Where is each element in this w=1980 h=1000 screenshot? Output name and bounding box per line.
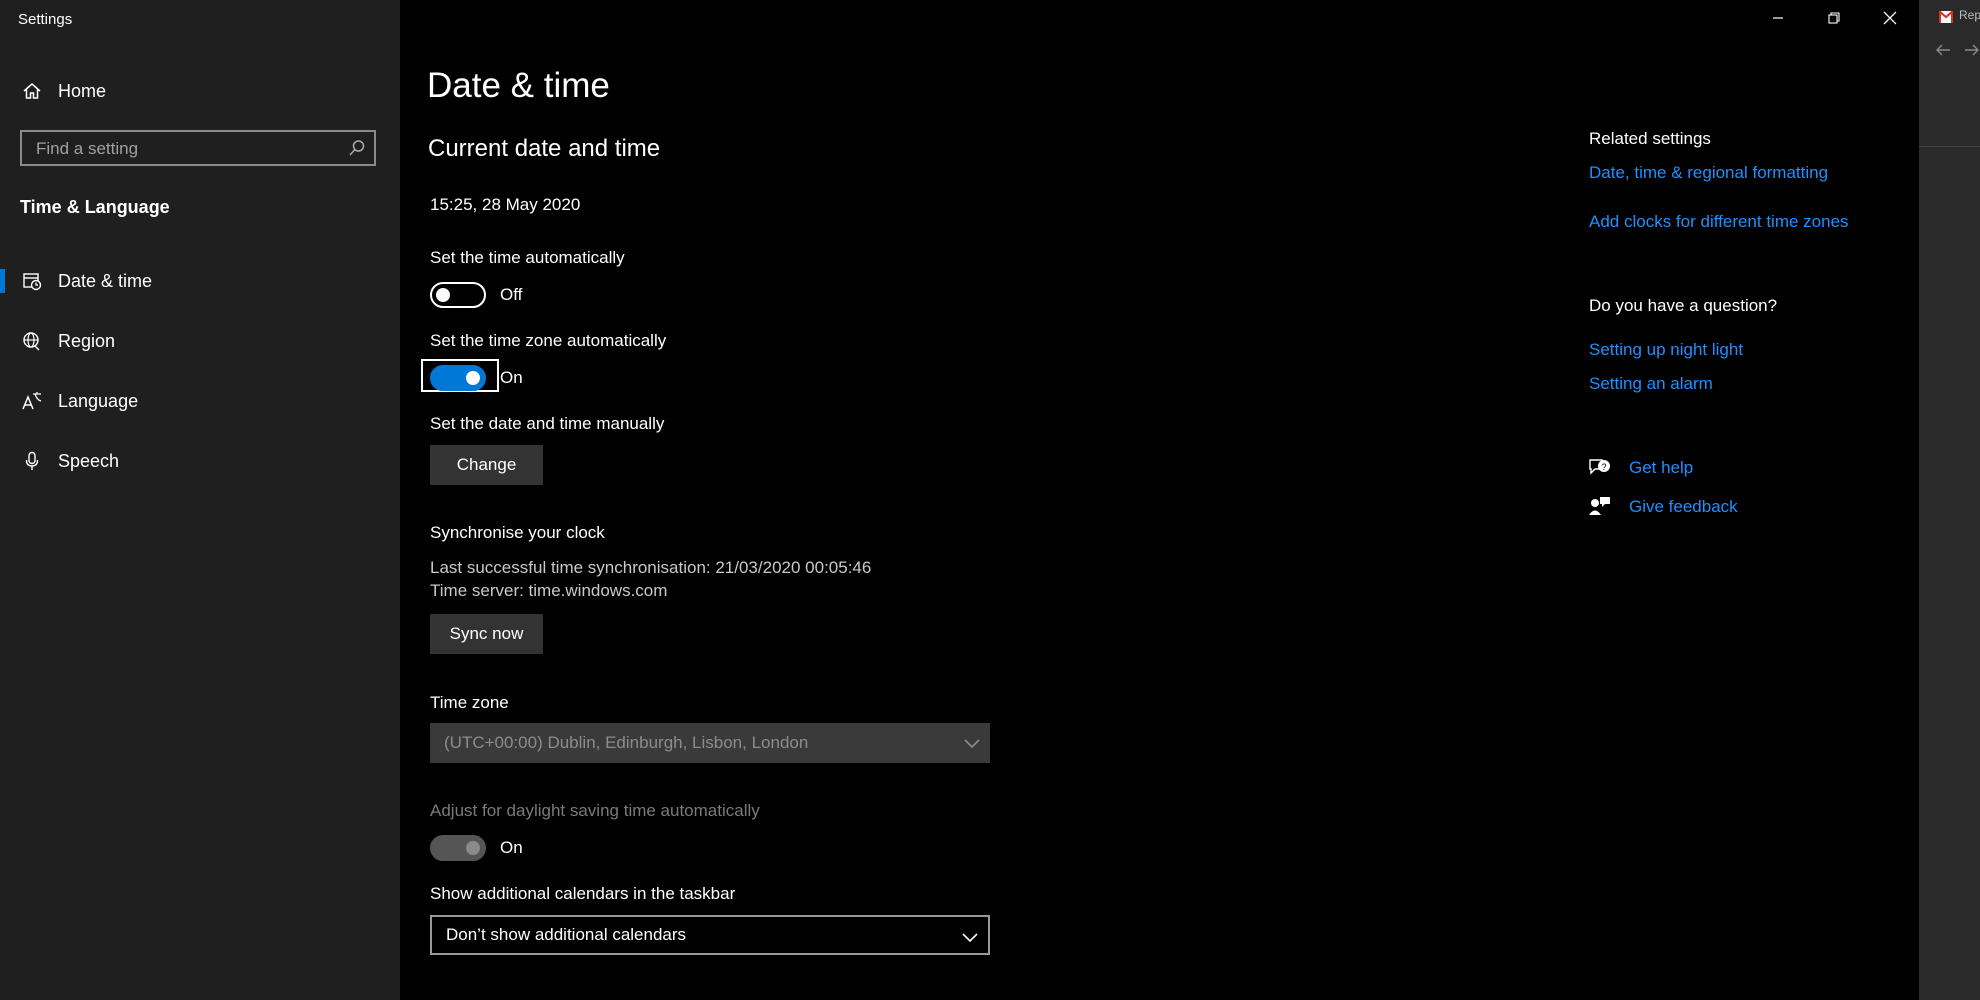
toggle-knob (466, 371, 480, 385)
change-button[interactable]: Change (430, 445, 543, 485)
gmail-icon (1938, 10, 1954, 23)
microphone-icon (20, 449, 44, 473)
calendars-label: Show additional calendars in the taskbar (430, 884, 736, 903)
dst-label: Adjust for daylight saving time automati… (430, 801, 760, 820)
last-sync-text: Last successful time synchronisation: 21… (430, 558, 872, 577)
forward-arrow-icon[interactable] (1964, 43, 1980, 57)
section-heading: Current date and time (428, 135, 661, 162)
sidebar: Settings Home Time & Language Date & tim… (0, 0, 400, 1000)
sync-title: Synchronise your clock (430, 523, 605, 542)
close-button[interactable] (1862, 0, 1918, 40)
sidebar-section-title: Time & Language (20, 197, 170, 217)
sidebar-item-region[interactable]: Region (0, 317, 400, 365)
sidebar-item-date-time[interactable]: Date & time (0, 257, 400, 305)
timezone-dropdown[interactable]: (UTC+00:00) Dublin, Edinburgh, Lisbon, L… (430, 723, 990, 763)
auto-time-toggle[interactable] (430, 282, 486, 308)
svg-text:?: ? (1601, 462, 1606, 472)
language-icon (20, 389, 44, 413)
search-field[interactable] (20, 130, 376, 166)
link-night-light[interactable]: Setting up night light (1589, 340, 1743, 360)
sidebar-item-label: Home (58, 81, 107, 101)
chevron-down-icon (964, 736, 980, 749)
toggle-knob (466, 841, 480, 855)
get-help-link[interactable]: Get help (1629, 458, 1693, 478)
link-regional-formatting[interactable]: Date, time & regional formatting (1589, 163, 1828, 183)
divider (1919, 146, 1980, 147)
sync-now-button[interactable]: Sync now (430, 614, 543, 654)
search-input[interactable] (34, 132, 338, 166)
give-feedback-link[interactable]: Give feedback (1629, 497, 1738, 517)
restore-icon (1828, 11, 1840, 29)
back-arrow-icon[interactable] (1935, 43, 1951, 57)
chevron-down-icon (962, 930, 978, 943)
link-alarm[interactable]: Setting an alarm (1589, 374, 1713, 394)
get-help-icon: ? (1588, 456, 1612, 478)
globe-icon (20, 329, 44, 353)
calendar-clock-icon (20, 269, 44, 293)
calendars-dropdown[interactable]: Don’t show additional calendars (430, 915, 990, 955)
home-icon (20, 79, 44, 103)
sidebar-item-language[interactable]: Language (0, 377, 400, 425)
auto-timezone-label: Set the time zone automatically (430, 331, 667, 350)
dst-state: On (500, 838, 523, 857)
auto-time-label: Set the time automatically (430, 248, 625, 267)
auto-time-state: Off (500, 285, 523, 304)
dst-toggle[interactable] (430, 835, 486, 861)
minimize-button[interactable] (1750, 0, 1806, 40)
toggle-knob (436, 288, 450, 302)
current-datetime: 15:25, 28 May 2020 (430, 195, 581, 214)
time-server-text: Time server: time.windows.com (430, 581, 668, 600)
sidebar-item-speech[interactable]: Speech (0, 437, 400, 485)
sidebar-item-label: Date & time (58, 271, 153, 291)
restore-button[interactable] (1806, 0, 1862, 40)
sidebar-item-home[interactable]: Home (0, 67, 400, 115)
timezone-value: (UTC+00:00) Dublin, Edinburgh, Lisbon, L… (444, 733, 809, 752)
question-heading: Do you have a question? (1589, 296, 1778, 315)
auto-timezone-state: On (500, 368, 523, 387)
minimize-icon (1772, 11, 1784, 29)
link-add-clocks[interactable]: Add clocks for different time zones (1589, 212, 1849, 232)
sidebar-item-label: Region (58, 331, 116, 351)
related-settings-heading: Related settings (1589, 129, 1711, 148)
auto-timezone-toggle[interactable] (430, 365, 486, 391)
app-title: Settings (18, 11, 73, 28)
sidebar-item-label: Language (58, 391, 139, 411)
search-icon[interactable] (348, 139, 366, 157)
page-title: Date & time (427, 66, 610, 105)
give-feedback-icon (1588, 495, 1612, 517)
timezone-label: Time zone (430, 693, 509, 712)
calendars-value: Don’t show additional calendars (446, 925, 687, 944)
background-window: Rep (1919, 0, 1980, 1000)
sidebar-item-label: Speech (58, 451, 120, 471)
manual-datetime-label: Set the date and time manually (430, 414, 665, 433)
close-icon (1883, 11, 1897, 30)
background-tab-title: Rep (1959, 8, 1980, 22)
